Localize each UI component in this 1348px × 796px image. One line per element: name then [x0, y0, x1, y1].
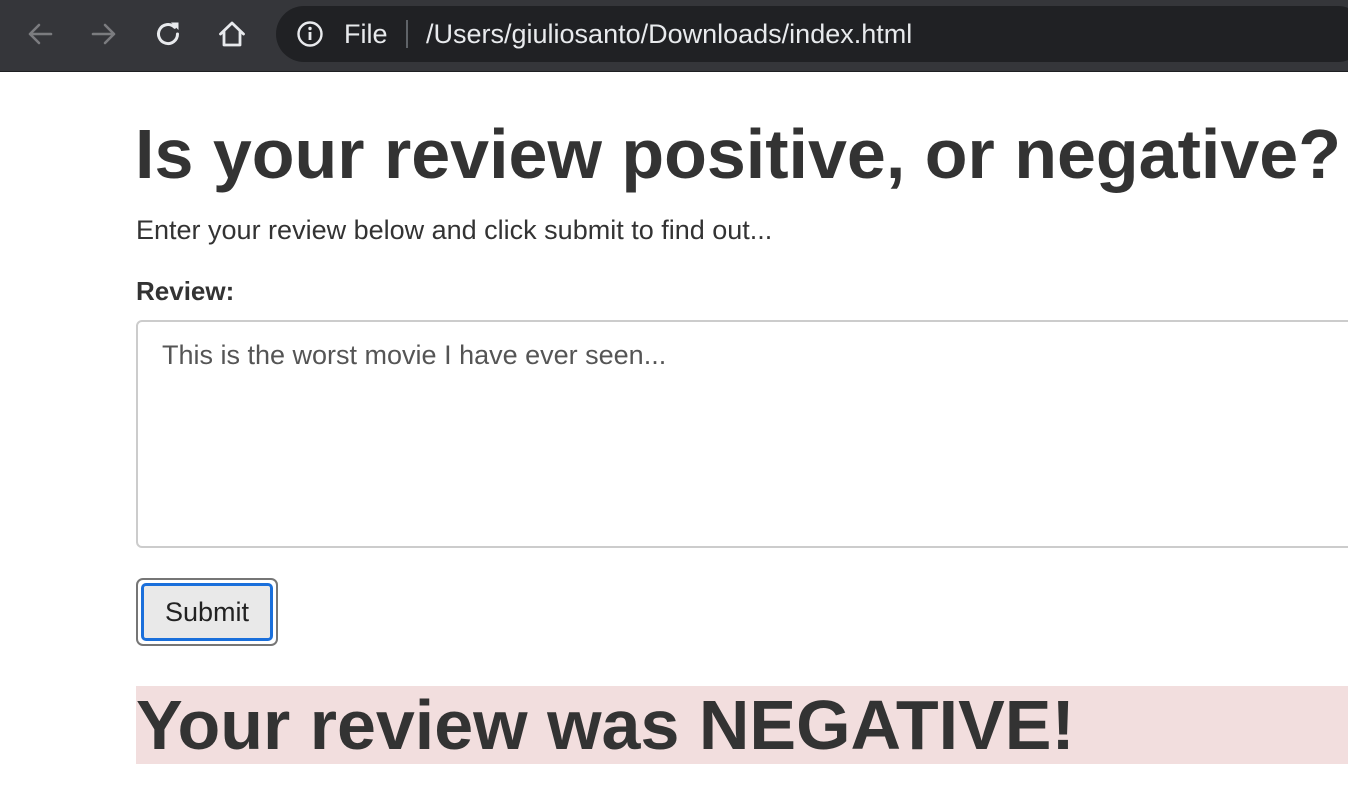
url-text[interactable]: /Users/giuliosanto/Downloads/index.html [426, 18, 912, 50]
forward-button[interactable] [84, 14, 124, 54]
review-textarea[interactable]: This is the worst movie I have ever seen… [136, 320, 1348, 548]
home-icon [219, 21, 245, 47]
address-bar[interactable]: File /Users/giuliosanto/Downloads/index.… [276, 6, 1348, 62]
browser-toolbar: File /Users/giuliosanto/Downloads/index.… [0, 0, 1348, 72]
chip-divider [406, 20, 408, 48]
page-subtitle: Enter your review below and click submit… [136, 215, 773, 245]
reload-button[interactable] [148, 14, 188, 54]
arrow-right-icon [91, 23, 116, 45]
info-icon[interactable] [296, 20, 324, 48]
submit-focus-ring: Submit [136, 578, 278, 646]
review-label: Review: [136, 276, 235, 306]
page-title: Is your review positive, or negative? [135, 115, 1341, 193]
scheme-chip[interactable]: File [344, 18, 388, 50]
back-button[interactable] [20, 14, 60, 54]
page-content: Is your review positive, or negative? En… [0, 72, 1348, 796]
result-banner: Your review was NEGATIVE! [136, 686, 1348, 764]
result-text: Your review was NEGATIVE! [136, 686, 1075, 764]
submit-button[interactable]: Submit [141, 583, 273, 641]
arrow-left-icon [28, 23, 53, 45]
home-button[interactable] [212, 14, 252, 54]
reload-icon [157, 22, 180, 46]
